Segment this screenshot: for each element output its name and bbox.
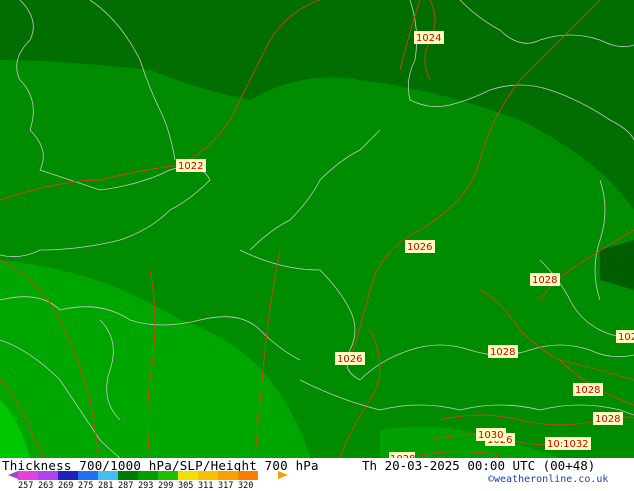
map-footer: Thickness 700/1000 hPa/SLP/Height 700 hP…: [0, 458, 634, 491]
valid-datetime: Th 20-03-2025 00:00 UTC (00+48): [362, 458, 596, 473]
isobar-label: 1022: [178, 161, 203, 172]
isobar-label: 1030: [478, 430, 503, 441]
scale-swatch: [98, 471, 118, 480]
isobar-label: 1024: [416, 33, 441, 44]
scale-arrow-right-icon: [278, 471, 288, 479]
color-scale: [18, 471, 258, 480]
isobar-label: 1028: [575, 385, 600, 396]
isobar-label: 10:1032: [547, 439, 589, 450]
scale-arrow-left-icon: [8, 471, 18, 479]
scale-swatch: [18, 471, 38, 480]
scale-swatch: [138, 471, 158, 480]
scale-swatch: [238, 471, 258, 480]
weather-map: 1024 1022 1026 1028 1028 1026 1028 1028 …: [0, 0, 634, 458]
isobar-label: 1026: [407, 242, 432, 253]
scale-swatch: [218, 471, 238, 480]
isobar-label: 1028: [532, 275, 557, 286]
scale-swatch: [38, 471, 58, 480]
scale-swatch: [198, 471, 218, 480]
map-canvas: 1024 1022 1026 1028 1028 1026 1028 1028 …: [0, 0, 634, 458]
isobar-label: 1028: [595, 414, 620, 425]
scale-swatch: [178, 471, 198, 480]
scale-swatch: [78, 471, 98, 480]
scale-swatch: [58, 471, 78, 480]
site-credit-link[interactable]: ©weatheronline.co.uk: [488, 474, 608, 485]
isobar-label: 1028: [490, 347, 515, 358]
isobar-label: 102: [618, 332, 634, 343]
isobar-label: 1026: [337, 354, 362, 365]
scale-swatch: [158, 471, 178, 480]
scale-swatch: [118, 471, 138, 480]
